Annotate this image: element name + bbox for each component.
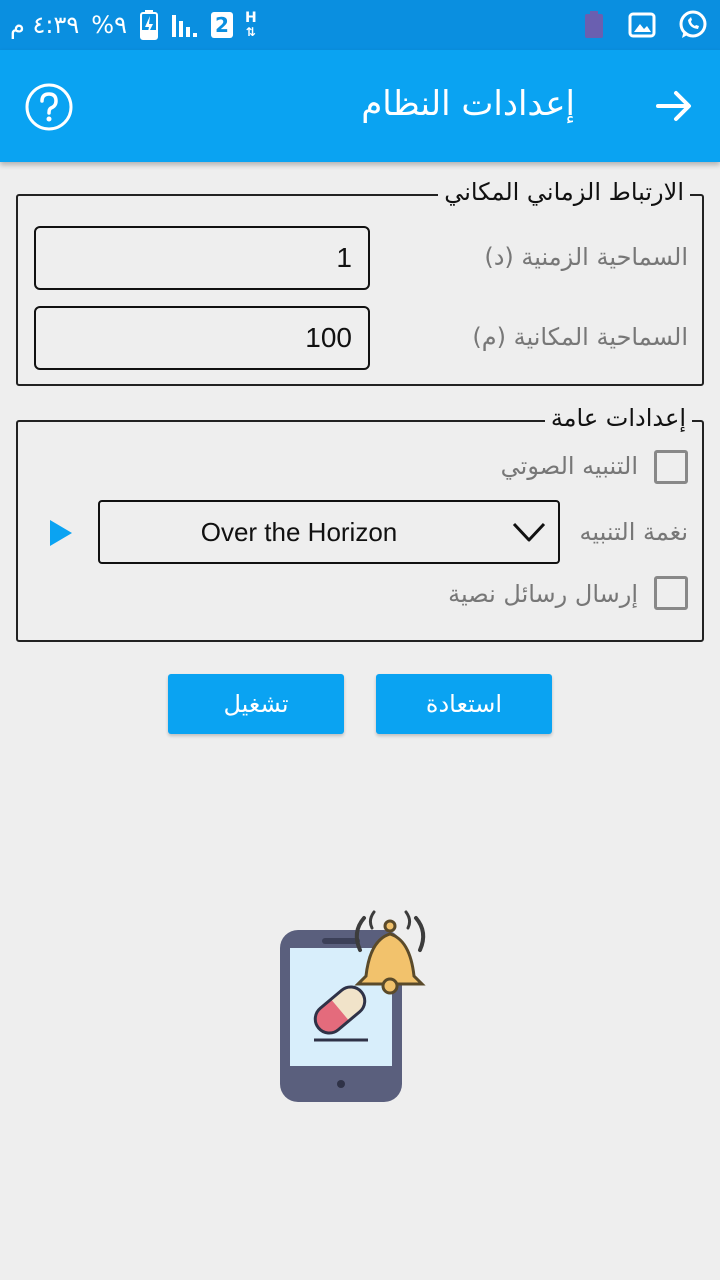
general-settings-legend: إعدادات عامة — [544, 404, 692, 432]
app-notification-icon — [585, 11, 603, 38]
sim2-badge: 2 — [210, 12, 233, 38]
help-icon[interactable] — [24, 82, 74, 132]
signal-icon — [171, 15, 197, 37]
ringtone-select[interactable]: Over the Horizon — [98, 500, 560, 564]
status-left: ٤:٣٩ م %٩ 2 H ⇅ — [10, 0, 257, 50]
status-bar: ٤:٣٩ م %٩ 2 H ⇅ — [0, 0, 720, 50]
app-bar: إعدادات النظام — [0, 50, 720, 162]
whatsapp-icon — [679, 10, 707, 38]
page-title: إعدادات النظام — [361, 84, 575, 124]
gallery-icon — [628, 12, 656, 38]
restore-button[interactable]: استعادة — [376, 674, 552, 734]
sms-label[interactable]: إرسال رسائل نصية — [448, 580, 638, 608]
network-type-label: H — [244, 10, 257, 26]
time-tolerance-input[interactable]: 1 — [34, 226, 370, 290]
play-icon[interactable] — [48, 518, 74, 548]
phone-pill-alarm-illustration — [280, 910, 426, 1102]
time-tolerance-label: السماحية الزمنية (د) — [484, 243, 688, 271]
sms-checkbox[interactable] — [654, 576, 688, 610]
spatiotemporal-legend: الارتباط الزماني المكاني — [438, 178, 690, 206]
general-settings-group: إعدادات عامة التنبيه الصوتي نغمة التنبيه… — [16, 404, 704, 642]
spatiotemporal-group: الارتباط الزماني المكاني السماحية الزمني… — [16, 178, 704, 386]
ringtone-label: نغمة التنبيه — [579, 518, 688, 546]
clock: ٤:٣٩ م — [10, 11, 80, 39]
network-type-icon: H ⇅ — [244, 10, 257, 39]
battery-charging-icon — [139, 10, 158, 40]
sound-alert-checkbox[interactable] — [654, 450, 688, 484]
status-right — [582, 0, 708, 50]
back-arrow-icon[interactable] — [656, 88, 692, 124]
sound-alert-label[interactable]: التنبيه الصوتي — [501, 452, 638, 480]
space-tolerance-label: السماحية المكانية (م) — [472, 323, 688, 351]
battery-percent: %٩ — [91, 11, 127, 39]
space-tolerance-input[interactable]: 100 — [34, 306, 370, 370]
run-button[interactable]: تشغيل — [168, 674, 344, 734]
chevron-down-icon — [512, 522, 546, 542]
ringtone-value: Over the Horizon — [200, 517, 398, 547]
